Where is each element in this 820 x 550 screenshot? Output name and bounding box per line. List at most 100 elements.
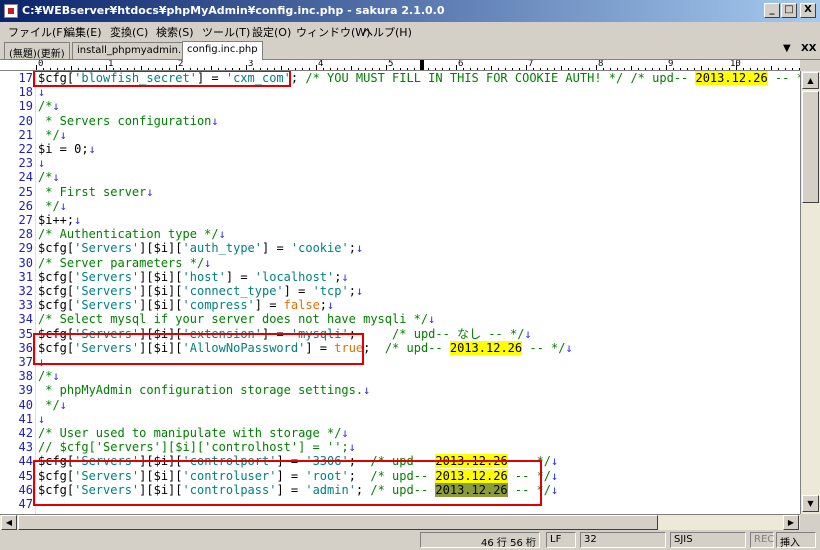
menu-window[interactable]: ウィンドウ(W) <box>296 24 370 40</box>
code-line: $cfg['Servers'][$i]['controlpass'] = 'ad… <box>38 482 559 497</box>
code-token: $i = 0; <box>38 142 89 156</box>
code-token: /* Server parameters */ <box>38 255 205 270</box>
code-token: ][$i][ <box>139 482 183 497</box>
code-line: * First server↓ <box>38 185 153 199</box>
newline-mark-icon: ↓ <box>551 482 559 497</box>
ruler-gutter <box>0 60 32 71</box>
code-token: 'Servers' <box>74 340 140 355</box>
ruler-tick <box>428 68 429 70</box>
ruler-tick <box>582 68 583 70</box>
ruler-tick <box>456 65 457 70</box>
menu-edit[interactable]: 編集(E) <box>64 24 102 40</box>
ruler-tick <box>253 68 254 70</box>
code-token: ] = <box>262 326 291 341</box>
code-token: /* <box>38 369 53 384</box>
ruler-tick <box>785 68 786 70</box>
code-line: // $cfg['Servers'][$i]['controlhost'] = … <box>38 440 356 454</box>
code-line: ↓ <box>38 156 45 170</box>
code-line: ↓ <box>38 85 45 99</box>
newline-mark-icon: ↓ <box>59 198 67 213</box>
code-token: -- */ <box>774 71 800 85</box>
scroll-left-icon[interactable]: ◀ <box>1 515 17 530</box>
menu-help[interactable]: ヘルプ(H) <box>362 24 412 40</box>
ruler-tick <box>281 66 282 70</box>
tab-list-dropdown-icon[interactable]: ▼ <box>783 43 791 54</box>
code-token: ] = <box>254 298 284 313</box>
line-number: 40 <box>18 397 33 412</box>
line-number: 25 <box>18 184 33 199</box>
menu-convert[interactable]: 変換(C) <box>110 24 148 40</box>
ruler-tick <box>120 68 121 70</box>
code-token: 'controlpass' <box>182 482 277 497</box>
newline-mark-icon: ↓ <box>565 340 573 355</box>
horizontal-scroll-thumb[interactable] <box>18 515 658 530</box>
ruler-tick <box>92 68 93 70</box>
ruler-tick <box>470 68 471 70</box>
code-token: 'Servers' <box>74 298 140 313</box>
newline-mark-icon: ↓ <box>52 369 60 384</box>
ruler-tick <box>316 65 317 70</box>
newline-mark-icon: ↓ <box>59 397 67 412</box>
maximize-button[interactable]: □ <box>781 3 797 18</box>
char-code: 32 <box>580 532 666 548</box>
code-token: ] = <box>276 482 306 497</box>
ruler-tick <box>232 68 233 70</box>
code-token: ][$i][ <box>139 340 183 355</box>
code-token: true <box>334 340 364 355</box>
close-button[interactable]: X <box>800 3 816 18</box>
menu-settings[interactable]: 設定(O) <box>252 24 291 40</box>
scroll-down-icon[interactable]: ▼ <box>802 495 819 512</box>
code-line: /* Server parameters */↓ <box>38 256 211 270</box>
ruler-tick <box>589 68 590 70</box>
line-number: 26 <box>18 198 33 213</box>
ruler-tick <box>533 68 534 70</box>
line-number: 43 <box>18 440 33 455</box>
ruler-tick <box>99 68 100 70</box>
tab-close-button[interactable]: XX <box>801 43 816 54</box>
code-line: */↓ <box>38 128 67 142</box>
menu-file[interactable]: ファイル(F) <box>8 24 67 40</box>
newline-mark-icon: ↓ <box>551 454 559 469</box>
ruler-tick <box>407 68 408 70</box>
minimize-button[interactable]: _ <box>764 3 780 18</box>
code-line: $cfg['Servers'][$i]['compress'] = false;… <box>38 298 334 312</box>
line-number: 36 <box>18 340 33 355</box>
ruler-tick <box>540 68 541 70</box>
vertical-scrollbar[interactable]: ▲ ▼ <box>800 71 820 514</box>
code-token: $cfg[ <box>38 454 75 469</box>
ruler-tick <box>134 68 135 70</box>
line-number-gutter: 17 18 19 20 21 22 23 24 25 26 27 28 29 30 31 32 33 34 35 36… <box>0 71 36 514</box>
sakura-app-icon[interactable] <box>4 4 18 18</box>
code-token: 'Servers' <box>74 482 140 497</box>
ruler-tick <box>155 68 156 70</box>
ruler-tick <box>211 66 212 70</box>
ruler-tick <box>519 68 520 70</box>
ruler-tick <box>36 65 37 70</box>
code-token: 'Servers' <box>74 326 140 341</box>
code-line: /*↓ <box>38 369 60 383</box>
scroll-up-icon[interactable]: ▲ <box>802 72 819 89</box>
ruler-tick <box>722 68 723 70</box>
date-highlight: 2013.12.26 <box>435 468 508 483</box>
menu-tools[interactable]: ツール(T) <box>202 24 250 40</box>
text-editor-area[interactable]: 17 18 19 20 21 22 23 24 25 26 27 28 29 30 31 32 33 34 35 36… <box>0 71 800 514</box>
ruler-tick <box>799 68 800 70</box>
newline-mark-icon: ↓ <box>52 99 60 114</box>
ruler-tick <box>659 68 660 70</box>
ruler-tick <box>764 68 765 70</box>
code-token: 'connect_type' <box>182 284 284 298</box>
ruler-tick <box>330 68 331 70</box>
horizontal-scrollbar[interactable]: ◀ ▶ <box>0 514 800 530</box>
ruler-tick <box>687 68 688 70</box>
scroll-right-icon[interactable]: ▶ <box>783 515 799 530</box>
code-line: $cfg['Servers'][$i]['AllowNoPassword'] =… <box>38 340 573 355</box>
encoding[interactable]: SJIS <box>670 532 746 548</box>
vertical-scroll-thumb[interactable] <box>802 91 819 203</box>
tab-config-inc[interactable]: config.inc.php <box>182 41 263 60</box>
ruler-tick <box>57 68 58 70</box>
menu-search[interactable]: 検索(S) <box>156 24 194 40</box>
menu-bar: ファイル(F) 編集(E) 変換(C) 検索(S) ツール(T) 設定(O) ウ… <box>0 22 820 40</box>
newline-mark-icon: ↓ <box>327 298 335 313</box>
tab-untitled[interactable]: (無題)(更新) <box>4 42 70 60</box>
code-token: $cfg[ <box>38 241 75 256</box>
